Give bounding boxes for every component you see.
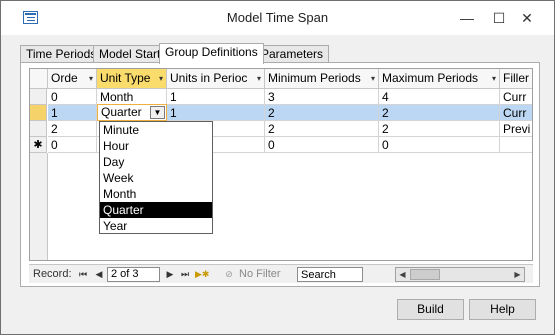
chevron-down-icon: ▾ (158, 74, 163, 83)
dropdown-option[interactable]: Year (100, 218, 212, 234)
tab-group-definitions[interactable]: Group Definitions (159, 43, 264, 64)
help-button[interactable]: Help (469, 299, 536, 320)
scroll-right-icon[interactable]: ▶ (511, 268, 524, 281)
no-filter-label[interactable]: No Filter (239, 267, 281, 282)
chevron-down-icon: ▾ (491, 74, 496, 83)
dropdown-option[interactable]: Hour (100, 138, 212, 154)
record-label: Record: (33, 268, 72, 280)
unit-type-value: Quarter (101, 105, 142, 119)
column-header-maximum-periods[interactable]: Maximum Periods ▾ (379, 69, 500, 89)
filter-icon: ⊘ (225, 269, 233, 279)
minimize-icon[interactable]: — (453, 7, 481, 29)
cell-order[interactable]: 0 (48, 89, 97, 105)
sort-ascending-icon: ▾ (88, 74, 93, 83)
group-definitions-panel: Orde ▾ Unit Type ▾ Units in Perioc ▾ Minimu… (20, 62, 540, 287)
first-record-icon[interactable]: ⏮ (77, 267, 89, 281)
cell-filler[interactable]: Curr (500, 89, 532, 105)
title-bar: Model Time Span — ☐ ✕ (1, 1, 554, 35)
cell-maximum-periods[interactable]: 2 (379, 121, 500, 137)
column-header-unit-type[interactable]: Unit Type ▾ (97, 69, 167, 89)
dropdown-option[interactable]: Minute (100, 122, 212, 138)
close-icon[interactable]: ✕ (513, 7, 541, 29)
previous-record-icon[interactable]: ◀ (93, 267, 105, 281)
cell-units-in-period[interactable]: 1 (167, 105, 265, 121)
row-selector-column (30, 153, 48, 260)
build-button[interactable]: Build (397, 299, 464, 320)
cell-minimum-periods[interactable]: 3 (265, 89, 379, 105)
tab-model-start[interactable]: Model Start (93, 45, 167, 63)
next-record-icon[interactable]: ▶ (164, 267, 176, 281)
current-row-selector[interactable] (30, 105, 47, 121)
cell-minimum-periods[interactable]: 2 (265, 105, 379, 121)
model-time-span-window: Model Time Span — ☐ ✕ Time Periods Model… (0, 0, 555, 335)
chevron-down-icon: ▾ (256, 74, 261, 83)
column-header-filler[interactable]: Filler (500, 69, 532, 89)
cell-minimum-periods[interactable]: 0 (265, 137, 379, 153)
cell-filler[interactable] (500, 137, 532, 153)
dropdown-option[interactable]: Week (100, 170, 212, 186)
new-record-nav-icon[interactable]: ▶✱ (195, 267, 209, 281)
dropdown-option-selected[interactable]: Quarter (100, 202, 212, 218)
last-record-icon[interactable]: ⏭ (179, 267, 191, 281)
horizontal-scrollbar[interactable]: ◀ ▶ (395, 267, 525, 282)
cell-maximum-periods[interactable]: 4 (379, 89, 500, 105)
cell-maximum-periods[interactable]: 2 (379, 105, 500, 121)
column-header-minimum-periods[interactable]: Minimum Periods ▾ (265, 69, 379, 89)
row-selector[interactable] (30, 89, 47, 105)
chevron-down-icon[interactable]: ▼ (150, 106, 165, 119)
column-header-order[interactable]: Orde ▾ (48, 69, 97, 89)
chevron-down-icon: ▾ (370, 74, 375, 83)
tab-time-periods[interactable]: Time Periods (20, 45, 103, 63)
column-header-units-in-period[interactable]: Units in Perioc ▾ (167, 69, 265, 89)
scroll-left-icon[interactable]: ◀ (396, 268, 409, 281)
dropdown-option[interactable]: Day (100, 154, 212, 170)
unit-type-dropdown-list: Minute Hour Day Week Month Quarter Year (99, 121, 213, 234)
cell-order[interactable]: 1 (48, 105, 97, 121)
cell-filler[interactable]: Previ (500, 121, 532, 137)
search-input[interactable] (297, 267, 363, 282)
dropdown-option[interactable]: Month (100, 186, 212, 202)
record-navigation-bar: Record: ⏮ ◀ 2 of 3 ▶ ⏭ ▶✱ ⊘ No Filter ◀ … (29, 264, 533, 283)
cell-filler[interactable]: Curr (500, 105, 532, 121)
scrollbar-thumb[interactable] (410, 269, 440, 280)
maximize-icon[interactable]: ☐ (485, 7, 513, 29)
cell-maximum-periods[interactable]: 0 (379, 137, 500, 153)
cell-unit-type[interactable]: Month (97, 89, 167, 105)
select-all-corner[interactable] (30, 69, 48, 89)
cell-minimum-periods[interactable]: 2 (265, 121, 379, 137)
cell-order[interactable]: 2 (48, 121, 97, 137)
row-selector[interactable] (30, 121, 47, 137)
current-record-field[interactable]: 2 of 3 (107, 267, 160, 282)
cell-units-in-period[interactable]: 1 (167, 89, 265, 105)
new-record-icon[interactable]: ✱ (30, 137, 47, 153)
cell-order[interactable]: 0 (48, 137, 97, 153)
unit-type-combo[interactable]: Quarter ▼ (97, 104, 167, 121)
tab-parameters[interactable]: Parameters (255, 45, 330, 63)
